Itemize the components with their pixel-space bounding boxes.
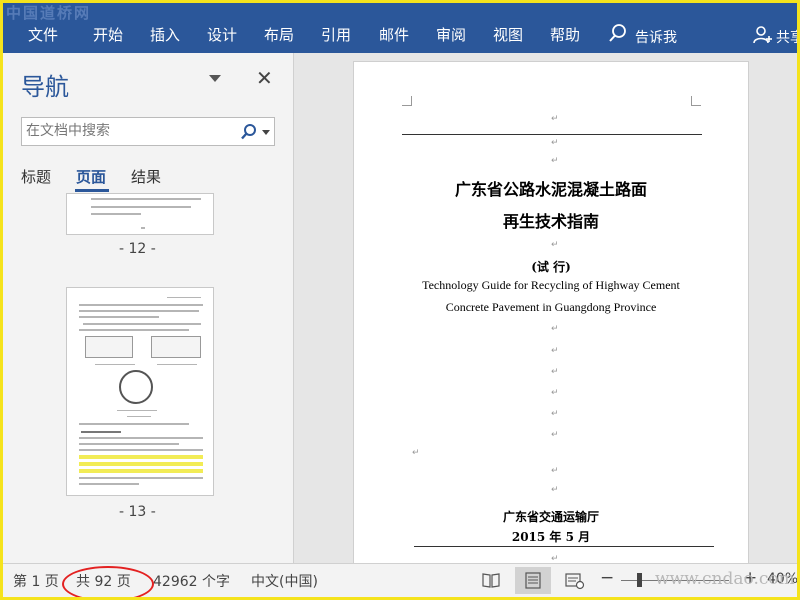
share-person-icon[interactable]	[753, 25, 773, 45]
tab-results[interactable]: 结果	[131, 166, 161, 187]
tab-mailings[interactable]: 邮件	[379, 24, 409, 45]
nav-title: 导航	[21, 73, 69, 101]
watermark-top: 中国道桥网	[6, 4, 92, 22]
paragraph-mark: ↵	[551, 114, 559, 124]
page-layout-icon	[525, 572, 541, 589]
header-rule	[402, 134, 702, 135]
word-count[interactable]: 42962 个字	[153, 571, 230, 591]
zoom-slider-thumb[interactable]	[637, 573, 642, 587]
page-number-label: - 13 -	[119, 504, 156, 520]
language-indicator[interactable]: 中文(中国)	[251, 571, 318, 591]
page-thumbnail-13[interactable]	[66, 287, 214, 496]
active-tab-indicator	[75, 189, 109, 192]
pane-options-dropdown-icon[interactable]	[209, 75, 221, 82]
paragraph-mark: ↵	[412, 448, 420, 458]
search-input[interactable]	[26, 121, 226, 141]
paragraph-mark: ↵	[551, 388, 559, 398]
document-title-line-2: 再生技术指南	[502, 212, 599, 231]
document-page[interactable]: ↵ ↵ ↵ 广东省公路水泥混凝土路面 再生技术指南 ↵ (试 行) Techno…	[353, 61, 749, 563]
chevron-down-icon[interactable]	[262, 130, 270, 135]
lightbulb-search-icon[interactable]	[608, 23, 628, 43]
english-title-line-1: Technology Guide for Recycling of Highwa…	[422, 278, 680, 292]
tab-pages[interactable]: 页面	[76, 166, 106, 187]
tab-references[interactable]: 引用	[321, 24, 351, 45]
paragraph-mark: ↵	[551, 554, 559, 563]
navigation-pane: 导航 ✕ 标题 页面 结果 - 12 -	[3, 53, 294, 563]
ribbon-tab-bar: 文件 开始 插入 设计 布局 引用 邮件 审阅 视图 帮助 告诉我 共享	[3, 3, 800, 53]
english-title-line-2: Concrete Pavement in Guangdong Province	[445, 300, 657, 314]
share-button[interactable]: 共享	[776, 27, 800, 47]
trial-label: (试 行)	[531, 260, 571, 274]
close-icon[interactable]: ✕	[256, 66, 273, 90]
highlight-annotation-circle	[62, 566, 154, 600]
print-layout-button[interactable]	[515, 567, 551, 594]
tab-file[interactable]: 文件	[28, 24, 58, 45]
margin-corner-mark	[402, 96, 412, 106]
watermark-bottom: www.cndao.com	[655, 569, 795, 589]
tab-layout[interactable]: 布局	[264, 24, 294, 45]
zoom-out-button[interactable]: −	[600, 568, 614, 588]
nav-search-box[interactable]	[21, 117, 275, 146]
footer-rule	[414, 546, 714, 547]
read-mode-button[interactable]	[473, 567, 509, 594]
issuer: 广东省交通运输厅	[502, 510, 599, 524]
paragraph-mark: ↵	[551, 430, 559, 440]
margin-corner-mark	[691, 96, 701, 106]
tab-help[interactable]: 帮助	[550, 24, 580, 45]
tab-insert[interactable]: 插入	[150, 24, 180, 45]
paragraph-mark: ↵	[551, 240, 559, 250]
tab-headings[interactable]: 标题	[21, 166, 51, 187]
paragraph-mark: ↵	[551, 324, 559, 334]
tab-design[interactable]: 设计	[207, 24, 237, 45]
paragraph-mark: ↵	[551, 409, 559, 419]
book-icon	[482, 573, 500, 588]
paragraph-mark: ↵	[551, 466, 559, 476]
paragraph-mark: ↵	[551, 156, 559, 166]
search-icon[interactable]	[240, 123, 258, 141]
page-indicator[interactable]: 第 1 页	[13, 571, 59, 591]
document-title-line-1: 广东省公路水泥混凝土路面	[454, 180, 647, 199]
paragraph-mark: ↵	[551, 367, 559, 377]
tab-review[interactable]: 审阅	[436, 24, 466, 45]
tell-me-box[interactable]: 告诉我	[635, 27, 677, 47]
page-number-label: - 12 -	[119, 241, 156, 257]
document-canvas[interactable]: ↵ ↵ ↵ 广东省公路水泥混凝土路面 再生技术指南 ↵ (试 行) Techno…	[295, 53, 797, 563]
paragraph-mark: ↵	[551, 138, 559, 148]
publish-date: 2015 年 5 月	[511, 530, 591, 544]
tab-view[interactable]: 视图	[493, 24, 523, 45]
web-layout-button[interactable]	[557, 567, 593, 594]
web-page-icon	[565, 573, 585, 590]
page-thumbnail-12[interactable]	[66, 193, 214, 235]
paragraph-mark: ↵	[551, 346, 559, 356]
paragraph-mark: ↵	[551, 485, 559, 495]
tab-home[interactable]: 开始	[93, 24, 123, 45]
